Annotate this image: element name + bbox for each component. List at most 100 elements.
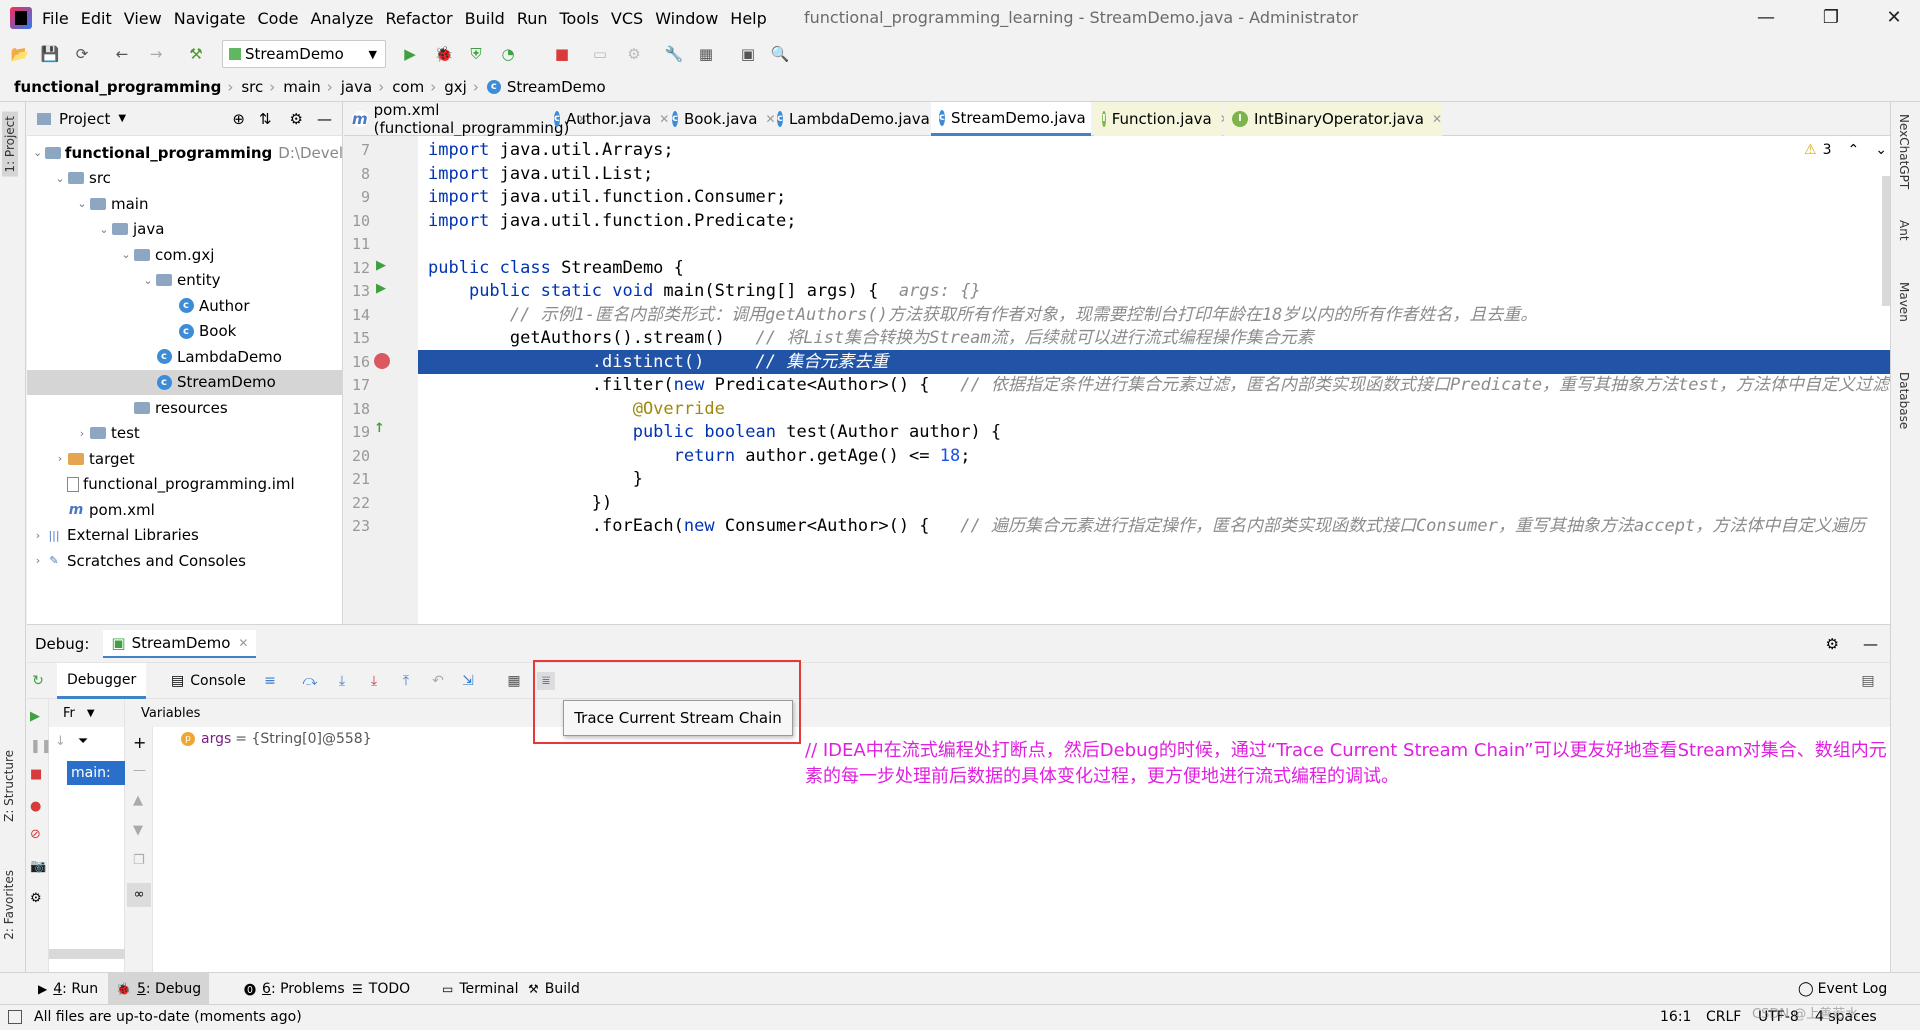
tree-item[interactable]: ⌄ entity	[27, 268, 343, 293]
tool-window-button[interactable]: ▭ Terminal	[434, 973, 527, 1005]
menu-item[interactable]: Refactor	[386, 9, 453, 28]
right-tool-tab[interactable]: Database	[1897, 372, 1911, 429]
sdk-icon[interactable]: ⚙	[624, 44, 644, 64]
close-icon[interactable]: ✕	[238, 636, 248, 650]
tool-window-button[interactable]: ▶ 4: Run	[30, 973, 106, 1005]
frames-label[interactable]: Fr	[63, 706, 75, 721]
tool-window-button[interactable]: ☰ TODO	[344, 973, 418, 1005]
editor-tab[interactable]: c Author.java ✕	[546, 102, 669, 136]
step-into-icon[interactable]: ⤓	[333, 672, 351, 690]
project-tool-tab[interactable]: 1: Project	[2, 112, 18, 177]
tree-item[interactable]: ⌄ com.gxj	[27, 242, 343, 267]
editor-tab[interactable]: cStreamDemo.java✕	[931, 102, 1104, 136]
show-execution-point-icon[interactable]: ≡	[261, 672, 279, 690]
menu-item[interactable]: Code	[258, 9, 299, 28]
hide-icon[interactable]: —	[317, 110, 332, 128]
breadcrumb-item[interactable]: StreamDemo	[507, 78, 606, 96]
tree-item[interactable]: ⌄ java	[27, 217, 343, 242]
right-tool-tab[interactable]: NexChatGPT	[1897, 114, 1911, 189]
menu-item[interactable]: Edit	[81, 9, 112, 28]
run-config-select[interactable]: StreamDemo ▼	[222, 40, 386, 68]
glasses-icon[interactable]: ∞	[127, 883, 151, 907]
menu-item[interactable]: Run	[517, 9, 548, 28]
collapse-all-icon[interactable]: ⇅	[259, 110, 272, 128]
profile-icon[interactable]: ◔	[498, 44, 518, 64]
debug-icon[interactable]: 🐞	[434, 44, 454, 64]
tree-item[interactable]: › ||| External Libraries	[27, 523, 343, 548]
menu-item[interactable]: File	[42, 9, 69, 28]
close-icon[interactable]: ✕	[1880, 4, 1908, 32]
save-icon[interactable]: 💾	[40, 44, 60, 64]
coverage-icon[interactable]: ⛨	[466, 44, 486, 64]
presentation-icon[interactable]: ▣	[738, 44, 758, 64]
filter-icon[interactable]: ⏷	[78, 734, 88, 749]
editor-tab[interactable]: cLambdaDemo.java✕	[769, 102, 948, 136]
structure-tool-tab[interactable]: Z: Structure	[2, 750, 16, 822]
editor-tab[interactable]: IFunction.java✕	[1094, 102, 1230, 136]
tree-item[interactable]: › target	[27, 446, 343, 471]
step-over-icon[interactable]: ⤼	[301, 672, 319, 690]
collapsed-arrow-icon[interactable]: ›	[75, 427, 89, 440]
inspection-widget[interactable]: ⚠ 3 ⌃ ⌄	[1804, 142, 1887, 158]
settings-wrench-icon[interactable]: 🔧	[664, 44, 684, 64]
collapsed-arrow-icon[interactable]: ›	[31, 529, 45, 542]
collapsed-arrow-icon[interactable]: ›	[53, 452, 67, 465]
tree-item[interactable]: c StreamDemo	[27, 369, 343, 395]
back-icon[interactable]: ←	[112, 44, 132, 64]
menu-item[interactable]: View	[124, 9, 162, 28]
frames-scrollbar[interactable]	[49, 949, 125, 959]
remove-watch-icon[interactable]: —	[133, 763, 146, 778]
menu-item[interactable]: Help	[730, 9, 766, 28]
breadcrumb-item[interactable]: main	[283, 78, 320, 96]
sync-icon[interactable]: ⟳	[72, 44, 92, 64]
breadcrumb-item[interactable]: java	[341, 78, 372, 96]
variable-row[interactable]: p args = {String[0]@558}	[181, 731, 372, 747]
tool-window-button[interactable]: ⓿6: Problems	[236, 973, 353, 1005]
run-to-cursor-icon[interactable]: ⇲	[459, 672, 477, 690]
expanded-arrow-icon[interactable]: ⌄	[53, 172, 67, 185]
tool-window-button[interactable]: 🐞 5: Debug	[108, 973, 210, 1005]
drop-frame-icon[interactable]: ↶	[429, 672, 447, 690]
tree-item[interactable]: ⌄ main	[27, 191, 343, 216]
maximize-icon[interactable]: ❐	[1817, 4, 1845, 32]
add-watch-icon[interactable]: +	[133, 733, 146, 752]
thread-item[interactable]: main:	[67, 761, 125, 785]
gear-icon[interactable]: ⚙	[30, 891, 42, 906]
tab-console[interactable]: ▤ Console	[161, 663, 256, 699]
step-out-icon[interactable]: ⤒	[397, 672, 415, 690]
debug-session-tab[interactable]: ▣ StreamDemo ✕	[103, 629, 257, 658]
project-view-selector[interactable]: Project	[59, 110, 110, 128]
expanded-arrow-icon[interactable]: ⌄	[141, 274, 155, 287]
camera-icon[interactable]: 📷	[30, 859, 46, 874]
build-hammer-icon[interactable]: ⚒	[186, 44, 206, 64]
run-gutter-icon[interactable]: ▶	[376, 258, 386, 273]
breadcrumb-item[interactable]: src	[241, 78, 263, 96]
previous-highlight-icon[interactable]: ⌃	[1847, 142, 1859, 158]
line-separator[interactable]: CRLF	[1706, 1009, 1741, 1025]
tab-debugger[interactable]: Debugger	[57, 663, 147, 699]
evaluate-expression-icon[interactable]: ▦	[505, 672, 523, 690]
forward-icon[interactable]: →	[146, 44, 166, 64]
menu-item[interactable]: VCS	[611, 9, 643, 28]
breadcrumb-item[interactable]: gxj	[444, 78, 467, 96]
menu-item[interactable]: Window	[655, 9, 718, 28]
expanded-arrow-icon[interactable]: ⌄	[75, 197, 89, 210]
force-step-into-icon[interactable]: ⤓	[365, 672, 383, 690]
menu-item[interactable]: Analyze	[310, 9, 373, 28]
view-breakpoints-icon[interactable]: ●	[30, 799, 41, 814]
breadcrumb-item[interactable]: functional_programming	[14, 78, 221, 96]
close-icon[interactable]: ✕	[1432, 112, 1442, 126]
code-editor[interactable]: 7 import java.util.Arrays; 8 import java.ut…	[344, 136, 1890, 624]
favorites-tool-tab[interactable]: 2: Favorites	[2, 870, 16, 940]
device-icon[interactable]: ▭	[590, 44, 610, 64]
right-tool-tab[interactable]: Ant	[1897, 220, 1911, 241]
right-tool-tab[interactable]: Maven	[1897, 282, 1911, 322]
tree-item[interactable]: › ✎ Scratches and Consoles	[27, 548, 343, 573]
layout-icon[interactable]: ▤	[1859, 672, 1877, 690]
run-gutter-icon[interactable]: ▶	[376, 281, 386, 296]
tree-item[interactable]: m pom.xml	[27, 497, 343, 522]
rerun-icon[interactable]: ↻	[29, 672, 47, 690]
tree-item[interactable]: c Book	[27, 319, 343, 344]
event-log-button[interactable]: ◯ Event Log	[1790, 973, 1895, 1005]
editor-scrollbar[interactable]	[1882, 176, 1890, 306]
